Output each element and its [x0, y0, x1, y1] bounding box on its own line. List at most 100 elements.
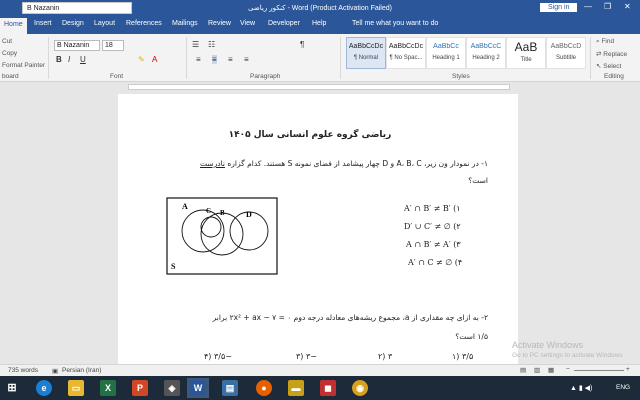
horizontal-ruler[interactable] [128, 84, 510, 90]
word-icon[interactable]: W [190, 380, 206, 396]
tab-insert[interactable]: Insert [34, 20, 52, 27]
restore-icon[interactable]: ❐ [604, 2, 611, 11]
close-icon[interactable]: ✕ [624, 2, 631, 11]
tab-review[interactable]: Review [208, 20, 231, 27]
read-mode-icon[interactable]: ▤ [520, 366, 526, 374]
question-2-tail: ۱/۵ است؟ [455, 332, 488, 341]
q2-option-1: ۳/۵ (۱ [452, 352, 474, 361]
q2-option-2: ۳ (۲ [378, 352, 393, 361]
font-color-icon[interactable]: A [152, 55, 157, 64]
status-bar: 735 words ▣ Persian (Iran) ▤ ▥ ▦ − + [0, 364, 640, 376]
chrome-icon[interactable]: ◉ [352, 380, 368, 396]
find-label: Find [601, 38, 615, 45]
italic-button[interactable]: I [68, 55, 70, 64]
highlight-icon[interactable]: ✎ [138, 55, 145, 64]
powerpoint-icon[interactable]: P [132, 380, 148, 396]
paragraph-group-label: Paragraph [250, 73, 281, 80]
tab-home[interactable]: Home [0, 18, 27, 34]
excel-icon[interactable]: X [100, 380, 116, 396]
numbering-icon[interactable]: ☷ [208, 40, 215, 49]
set-b-circle [200, 212, 244, 256]
ie-icon[interactable]: e [36, 380, 52, 396]
q1-option-2: D′ ∪ C′ ≠ ∅ (۲ [404, 222, 461, 231]
label-s: S [171, 262, 176, 271]
underline-button[interactable]: U [80, 55, 86, 64]
venn-diagram: A C B D S [166, 197, 278, 275]
style-sample: AaBbCcD [550, 43, 582, 50]
print-layout-icon[interactable]: ▥ [534, 366, 540, 374]
start-icon[interactable]: ⊞ [4, 380, 20, 396]
style-normal[interactable]: AaBbCcDc ¶ Normal [346, 37, 386, 69]
web-layout-icon[interactable]: ▦ [548, 366, 554, 374]
style-subtitle[interactable]: AaBbCcD Subtitle [546, 37, 586, 69]
tab-developer[interactable]: Developer [268, 20, 300, 27]
set-c-circle [200, 216, 222, 238]
label-d: D [246, 210, 252, 219]
clipboard-group-label: board [2, 73, 19, 80]
group-divider [48, 37, 49, 79]
tab-layout[interactable]: Layout [94, 20, 115, 27]
bullets-icon[interactable]: ☰ [192, 40, 199, 49]
file-explorer-icon[interactable]: ▭ [68, 380, 84, 396]
app-icon[interactable]: ◈ [164, 380, 180, 396]
style-sample: AaBbCcDc [388, 43, 424, 50]
tab-design[interactable]: Design [62, 20, 84, 27]
folder-icon[interactable]: ▬ [288, 380, 304, 396]
copy-button[interactable]: Copy [2, 50, 17, 57]
taskbar: ⊞ e ▭ X P ◈ W ▤ ● ▬ ◼ ◉ ▲ ▮ ◀) ENG [0, 376, 640, 400]
style-sample: AaBbCcC [470, 43, 502, 50]
activate-windows-subtext: Go to PC settings to activate Windows [512, 352, 623, 359]
zoom-in-icon[interactable]: + [626, 366, 630, 373]
q1-option-3: A ∩ B′ ≠ A′ (۳ [406, 240, 461, 249]
cut-button[interactable]: Cut [2, 38, 12, 45]
style-title[interactable]: AaB Title [506, 37, 546, 69]
q2-option-4: −۳/۵ (۴ [204, 352, 232, 361]
style-label: Heading 1 [432, 55, 460, 61]
style-no-spacing[interactable]: AaBbCcDc ¶ No Spac... [386, 37, 426, 69]
find-button[interactable]: ⌕ Find [596, 38, 614, 46]
justify-icon[interactable]: ≡ [244, 55, 249, 64]
sign-in-button[interactable]: Sign in [540, 3, 578, 12]
language-indicator-taskbar[interactable]: ENG [616, 384, 630, 391]
align-left-icon[interactable]: ≡ [196, 55, 201, 64]
q1-option-1: A′ ∩ B′ ≠ B′ (۱ [404, 204, 461, 213]
spellcheck-icon[interactable]: ▣ [52, 367, 58, 375]
font-name-select[interactable]: B Nazanin [54, 40, 100, 51]
show-paragraph-marks-icon[interactable]: ¶ [300, 40, 304, 49]
replace-button[interactable]: ⇄ Replace [596, 50, 627, 58]
label-b: B [220, 209, 225, 217]
set-a-circle [181, 209, 225, 253]
font-group-label: Font [110, 73, 124, 80]
tray-icons[interactable]: ▲ ▮ ◀) [570, 384, 592, 392]
styles-group-label: Styles [452, 73, 470, 80]
firefox-icon[interactable]: ● [256, 380, 272, 396]
align-center-icon[interactable]: ≡ [212, 55, 217, 64]
app-red-icon[interactable]: ◼ [320, 380, 336, 396]
style-heading-2[interactable]: AaBbCcC Heading 2 [466, 37, 506, 69]
zoom-out-icon[interactable]: − [566, 366, 570, 373]
tab-mailings[interactable]: Mailings [172, 20, 198, 27]
tab-references[interactable]: References [126, 20, 162, 27]
align-right-icon[interactable]: ≡ [228, 55, 233, 64]
q1-option-4: A′ ∩ C ≠ ∅ (۴ [408, 258, 463, 267]
zoom-slider[interactable] [574, 370, 624, 371]
q2-option-3: −۳ (۳ [296, 352, 317, 361]
question-1-tail: است؟ [468, 176, 488, 185]
editing-group-label: Editing [604, 73, 624, 80]
select-button[interactable]: ↖ Select [596, 62, 621, 70]
style-heading-1[interactable]: AaBbCc Heading 1 [426, 37, 466, 69]
bold-button[interactable]: B [56, 55, 62, 64]
word-count[interactable]: 735 words [8, 367, 38, 374]
tab-view[interactable]: View [240, 20, 255, 27]
tab-help[interactable]: Help [312, 20, 326, 27]
format-painter-button[interactable]: Format Painter [2, 62, 45, 69]
style-label: Heading 2 [472, 55, 500, 61]
group-divider [340, 37, 341, 79]
minimize-icon[interactable]: — [584, 2, 592, 11]
question-2-text: ۲- به ازای چه مقداری از a، مجموع ریشه‌ها… [212, 313, 488, 322]
document-icon[interactable]: ▤ [222, 380, 238, 396]
language-indicator[interactable]: Persian (Iran) [62, 367, 101, 374]
font-size-select[interactable]: 18 [102, 40, 124, 51]
question-1-text: ۱- در نمودار ون زیر، A، B، C و D چهار پی… [227, 159, 488, 168]
tell-me-search[interactable]: Tell me what you want to do [352, 20, 438, 27]
